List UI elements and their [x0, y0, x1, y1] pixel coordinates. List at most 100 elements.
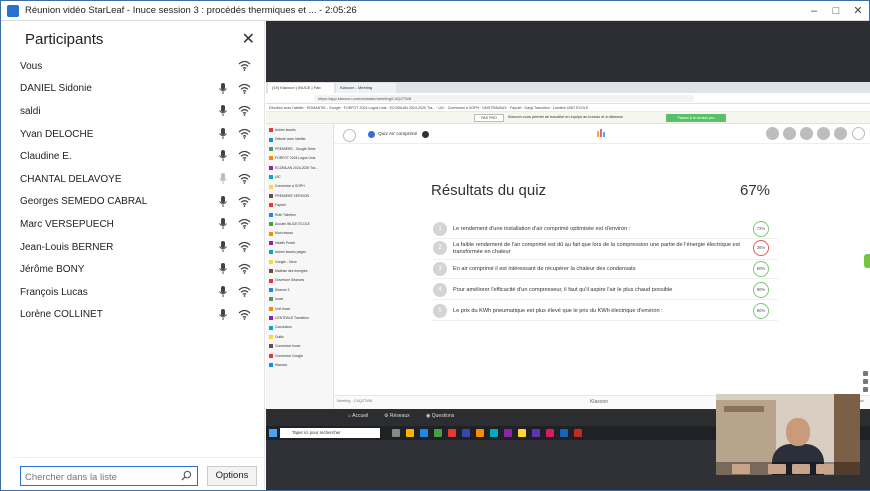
sidebar-bookmark-item[interactable]: CENTRALE Transition — [269, 316, 331, 321]
sidebar-bookmark-item[interactable]: Connexion Inuce — [269, 344, 331, 349]
outlook-icon[interactable] — [560, 429, 568, 437]
promo-left-button[interactable]: PAS PRO — [474, 114, 504, 122]
participant-row[interactable]: François Lucas — [11, 281, 265, 304]
participant-row[interactable]: Yvan DELOCHE — [11, 123, 265, 146]
question-score-badge: 80% — [753, 303, 769, 319]
sidebar-bookmark-item[interactable]: Séance 3 — [269, 288, 331, 293]
file-explorer-icon[interactable] — [406, 429, 414, 437]
sidebar-bookmark-item[interactable]: Maîtrise des énergies — [269, 269, 331, 274]
windows-start-icon[interactable] — [269, 429, 277, 437]
video-thumbnail[interactable] — [792, 464, 810, 474]
participant-row[interactable]: Georges SEMEDO CABRAL — [11, 191, 265, 214]
sidebar-bookmark-item[interactable]: Autres favoris pages — [269, 250, 331, 255]
sidebar-bookmark-item[interactable]: Connexion Google — [269, 354, 331, 359]
bookmarks-sidebar: Autres favoris Débuté avec l'atelier PREMI… — [266, 124, 334, 409]
participant-row[interactable]: Vous — [11, 55, 265, 78]
app-icon-3[interactable] — [504, 429, 512, 437]
sidebar-bookmark-item[interactable]: PREMIÈRE - Google Drive — [269, 147, 331, 152]
word-icon[interactable] — [462, 429, 470, 437]
quiz-pill[interactable]: Quiz Air comprimé — [366, 129, 430, 140]
sidebar-bookmark-item[interactable]: Ruth Toiletton — [269, 213, 331, 218]
sidebar-bookmark-item[interactable]: PREMIÈRE VERSION — [269, 194, 331, 199]
quiz-question-row[interactable]: 3 En air comprimé il est intéressant de r… — [433, 260, 778, 279]
connection-icon — [238, 106, 251, 117]
sidebar-bookmark-item[interactable]: ECOBILAN 2024-2025 Tra... — [269, 166, 331, 171]
edge-icon[interactable] — [420, 429, 428, 437]
sidebar-bookmark-item[interactable]: Klaxoon — [269, 363, 331, 368]
sidebar-bookmark-item[interactable]: Fayciel — [269, 203, 331, 208]
video-control-3[interactable] — [863, 387, 868, 392]
sidebar-bookmark-item[interactable]: Accueil INUCE ECOLE — [269, 222, 331, 227]
browser-tab-2[interactable]: Klaxoon - Meeting — [336, 83, 396, 93]
toolbar-round-button-5[interactable] — [834, 127, 847, 140]
toolbar-round-button-3[interactable] — [800, 127, 813, 140]
app-icon-1[interactable] — [476, 429, 484, 437]
excel-icon[interactable] — [434, 429, 442, 437]
starleaf-window: Réunion vidéo StarLeaf - Inuce session 3… — [0, 0, 870, 491]
action-reseaux[interactable]: ⚙ Réseaux — [384, 413, 410, 419]
toolbar-round-button-1[interactable] — [766, 127, 779, 140]
toolbar-round-button-2[interactable] — [783, 127, 796, 140]
participant-row[interactable]: Claudine E. — [11, 145, 265, 168]
participant-row[interactable]: saldi — [11, 100, 265, 123]
sidebar-bookmark-item[interactable]: Google - Drive — [269, 260, 331, 265]
connection-icon — [238, 286, 251, 297]
quiz-question-row[interactable]: 1 Le rendement d'une installation d'air c… — [433, 220, 778, 239]
toolbar-round-button-4[interactable] — [817, 127, 830, 140]
info-icon[interactable] — [422, 131, 430, 138]
task-view-icon[interactable] — [392, 429, 400, 437]
participant-row[interactable]: Jérôme BONY — [11, 258, 265, 281]
search-field[interactable] — [20, 466, 198, 487]
participant-row[interactable]: Lorène COLLINET — [11, 304, 265, 327]
maximize-icon[interactable]: □ — [829, 4, 843, 18]
teams-icon[interactable] — [532, 429, 540, 437]
home-icon[interactable] — [343, 129, 356, 142]
chrome-icon[interactable] — [518, 429, 526, 437]
sidebar-bookmark-item[interactable]: Autres favoris — [269, 128, 331, 133]
close-icon[interactable]: ✕ — [851, 4, 865, 18]
quiz-question-row[interactable]: 4 Pour améliorer l'efficacité d'un compre… — [433, 281, 778, 300]
sidebar-bookmark-item[interactable]: Outils — [269, 335, 331, 340]
video-control-2[interactable] — [863, 379, 868, 384]
sidebar-bookmark-item[interactable]: Connexion à SOPH — [269, 184, 331, 189]
close-panel-icon[interactable]: ✕ — [242, 29, 255, 49]
sidebar-bookmark-item[interactable]: Unit Inuce — [269, 307, 331, 312]
sidebar-bookmark-item[interactable]: Conclusion — [269, 325, 331, 330]
video-thumbnail[interactable] — [768, 464, 786, 474]
side-tab-handle[interactable] — [864, 254, 870, 268]
sidebar-bookmark-item[interactable]: Health Portal — [269, 241, 331, 246]
microphone-icon — [219, 308, 227, 320]
minimize-icon[interactable]: – — [807, 4, 821, 18]
taskbar-search[interactable]: Taper ici pour rechercher — [280, 428, 380, 438]
microphone-icon — [219, 150, 227, 162]
quiz-question-row[interactable]: 5 Le prix du KWh pneumatique est plus éle… — [433, 302, 778, 321]
sidebar-bookmark-item[interactable]: FORFOT 2024 Logos Unis — [269, 156, 331, 161]
sidebar-bookmark-item[interactable]: UIC — [269, 175, 331, 180]
title-bar: Réunion vidéo StarLeaf - Inuce session 3… — [1, 1, 869, 21]
sidebar-bookmark-item[interactable]: Inuce — [269, 297, 331, 302]
video-thumbnail[interactable] — [732, 464, 750, 474]
video-control-1[interactable] — [863, 371, 868, 376]
browser-tab-1[interactable]: (19) Klaxoon | INUCE | Fab — [268, 83, 334, 93]
video-thumbnail[interactable] — [816, 464, 834, 474]
sidebar-bookmark-item[interactable]: Débuté avec l'atelier — [269, 137, 331, 142]
participant-row[interactable]: CHANTAL DELAVOYE — [11, 168, 265, 191]
search-icon[interactable] — [181, 470, 192, 481]
user-icon[interactable] — [852, 127, 865, 140]
address-bar[interactable]: https://app.klaxoon.com/animate/meeting/… — [314, 95, 694, 102]
app-icon-4[interactable] — [546, 429, 554, 437]
search-input[interactable] — [21, 468, 171, 487]
acrobat-icon[interactable] — [574, 429, 582, 437]
sidebar-bookmark-item[interactable]: Ouverture Séances — [269, 278, 331, 283]
quiz-question-row[interactable]: 2 La faible rendement de l'air comprimé e… — [433, 239, 778, 260]
app-icon-2[interactable] — [490, 429, 498, 437]
sidebar-bookmark-item[interactable]: Mon réseau — [269, 231, 331, 236]
participant-row[interactable]: DANIEL Sidonie — [11, 78, 265, 101]
action-questions[interactable]: ◉ Questions — [426, 413, 454, 419]
promo-upgrade-button[interactable]: Passer à la version pro — [666, 114, 726, 122]
participant-row[interactable]: Marc VERSEPUECH — [11, 213, 265, 236]
participant-row[interactable]: Jean-Louis BERNER — [11, 236, 265, 259]
options-button[interactable]: Options — [207, 466, 257, 486]
action-accueil[interactable]: ⌂ Accueil — [348, 413, 368, 419]
powerpoint-icon[interactable] — [448, 429, 456, 437]
